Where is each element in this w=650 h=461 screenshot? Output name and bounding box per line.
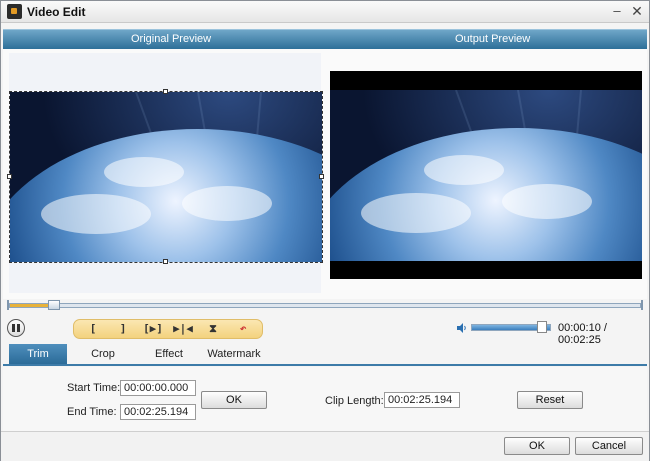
crop-handle-left[interactable] bbox=[7, 174, 12, 179]
clip-length-label: Clip Length: bbox=[325, 395, 384, 407]
go-to-marker-icon[interactable]: ▶|◀ bbox=[170, 320, 196, 338]
window-title: Video Edit bbox=[27, 5, 86, 19]
original-preview-label: Original Preview bbox=[131, 33, 212, 45]
edit-toolbar: [ ] [▶] ▶|◀ ⧗ ↶ bbox=[73, 319, 263, 339]
crop-handle-bottom[interactable] bbox=[163, 259, 168, 264]
trim-ok-button[interactable]: OK bbox=[201, 391, 267, 409]
minimize-button[interactable]: – bbox=[609, 3, 625, 19]
earth-image bbox=[330, 90, 642, 261]
end-time-field[interactable] bbox=[120, 404, 196, 420]
preview-header: Original Preview Output Preview bbox=[3, 29, 647, 49]
close-button[interactable]: ✕ bbox=[629, 3, 645, 19]
volume-thumb[interactable] bbox=[537, 321, 547, 333]
timeline-slider[interactable] bbox=[7, 299, 643, 311]
set-start-icon[interactable]: [ bbox=[80, 320, 106, 338]
undo-icon[interactable]: ↶ bbox=[230, 320, 256, 338]
title-bar[interactable]: Video Edit – ✕ bbox=[1, 1, 649, 23]
earth-image bbox=[10, 92, 322, 262]
output-preview-label: Output Preview bbox=[455, 33, 531, 45]
edit-tabs: Trim Crop Effect Watermark bbox=[3, 344, 647, 366]
timeline-track[interactable] bbox=[9, 303, 641, 308]
trim-panel: Start Time: End Time: OK Clip Length: Re… bbox=[3, 367, 647, 431]
video-edit-window: Video Edit – ✕ Original Preview Output P… bbox=[0, 0, 650, 461]
play-selection-icon[interactable]: [▶] bbox=[140, 320, 166, 338]
tab-effect[interactable]: Effect bbox=[143, 344, 195, 364]
clip-length-field bbox=[384, 392, 460, 408]
start-time-field[interactable] bbox=[120, 380, 196, 396]
app-icon bbox=[7, 4, 22, 19]
pause-button[interactable] bbox=[7, 319, 25, 337]
tab-trim[interactable]: Trim bbox=[9, 344, 67, 364]
time-readout: 00:00:10 / 00:02:25 bbox=[558, 322, 607, 346]
tab-watermark[interactable]: Watermark bbox=[203, 344, 265, 364]
tab-crop[interactable]: Crop bbox=[81, 344, 125, 364]
ok-button[interactable]: OK bbox=[504, 437, 570, 455]
timeline-end-cap bbox=[641, 300, 643, 310]
crop-handle-top[interactable] bbox=[163, 89, 168, 94]
playback-controls: [ ] [▶] ▶|◀ ⧗ ↶ 00:00:10 / 00:02:25 bbox=[1, 313, 649, 346]
output-video-frame bbox=[330, 90, 642, 261]
reset-button[interactable]: Reset bbox=[517, 391, 583, 409]
end-time-label: End Time: bbox=[67, 406, 117, 418]
timeline-progress bbox=[10, 304, 53, 307]
timeline-thumb[interactable] bbox=[48, 300, 60, 310]
start-time-label: Start Time: bbox=[67, 382, 121, 394]
dialog-footer: OK Cancel bbox=[1, 431, 649, 461]
original-video-frame[interactable] bbox=[9, 91, 323, 263]
set-end-icon[interactable]: ] bbox=[110, 320, 136, 338]
crop-handle-right[interactable] bbox=[319, 174, 324, 179]
cancel-button[interactable]: Cancel bbox=[575, 437, 643, 455]
merge-icon[interactable]: ⧗ bbox=[200, 320, 226, 338]
volume-icon[interactable] bbox=[456, 322, 468, 334]
